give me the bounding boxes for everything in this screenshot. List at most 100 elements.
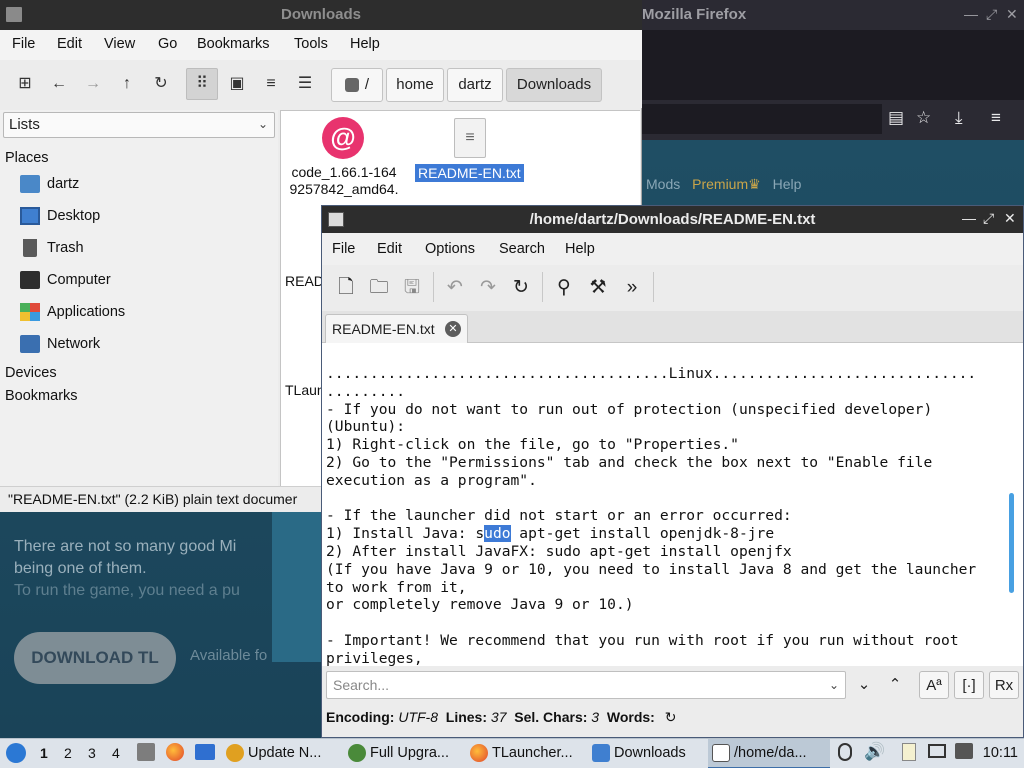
taskbar: 1 2 3 4 Update N... Full Upgra... TLaunc… xyxy=(0,738,1024,768)
open-folder-icon[interactable]: 🗀 xyxy=(367,276,391,300)
whole-word-button[interactable]: [·] xyxy=(954,671,984,699)
firefox-url-bar[interactable] xyxy=(642,104,882,134)
vertical-scrollbar[interactable] xyxy=(1009,493,1014,593)
task-text-editor[interactable]: /home/da... xyxy=(708,739,830,768)
power-icon[interactable] xyxy=(838,743,852,761)
chevron-down-icon[interactable]: ⌄ xyxy=(829,678,839,692)
clipboard-icon[interactable] xyxy=(902,743,916,761)
workspace-2[interactable]: 2 xyxy=(64,745,72,761)
nav-link-premium[interactable]: Premium xyxy=(692,176,748,192)
menu-go[interactable]: Go xyxy=(158,36,177,52)
task-downloads[interactable]: Downloads xyxy=(588,739,700,768)
menu-tools[interactable]: Tools xyxy=(294,36,328,52)
task-tlauncher[interactable]: TLauncher... xyxy=(466,739,582,768)
task-label: TLauncher... xyxy=(492,745,573,761)
reload-icon[interactable]: ↻ xyxy=(150,73,172,95)
breadcrumb-root[interactable]: / xyxy=(331,68,383,102)
chevron-down-icon: ⌄ xyxy=(257,117,268,131)
reader-view-icon[interactable]: ▤ xyxy=(888,108,904,128)
breadcrumb-dartz[interactable]: dartz xyxy=(447,68,503,102)
search-input[interactable]: Search... ⌄ xyxy=(326,671,846,699)
find-previous-icon[interactable]: ⌃ xyxy=(880,671,910,699)
menu-file[interactable]: File xyxy=(12,36,35,52)
nav-link-help[interactable]: Help xyxy=(773,176,802,192)
volume-icon[interactable]: 🔊 xyxy=(864,742,885,762)
task-label: Update N... xyxy=(248,745,322,761)
workspace-4[interactable]: 4 xyxy=(112,745,120,761)
download-tl-button[interactable]: DOWNLOAD TL xyxy=(14,632,176,684)
go-to-line-icon[interactable]: » xyxy=(620,276,644,300)
menu-file[interactable]: File xyxy=(332,241,355,257)
redo-icon[interactable]: ↷ xyxy=(476,276,500,300)
sidebar-item-dartz[interactable]: dartz xyxy=(20,175,79,199)
detailed-view-icon[interactable]: ☰ xyxy=(294,73,316,95)
workspace-1[interactable]: 1 xyxy=(40,745,48,761)
minimize-icon[interactable]: — xyxy=(964,6,978,22)
workspace-3[interactable]: 3 xyxy=(88,745,96,761)
new-tab-icon[interactable]: ⊞ xyxy=(14,73,36,95)
menu-help[interactable]: Help xyxy=(565,241,595,257)
menu-bookmarks[interactable]: Bookmarks xyxy=(197,36,270,52)
search-icon[interactable]: ⚲ xyxy=(552,276,576,300)
refresh-word-count-icon[interactable]: ↻ xyxy=(665,709,677,725)
breadcrumb-home[interactable]: home xyxy=(386,68,444,102)
task-full-upgrade[interactable]: Full Upgra... xyxy=(344,739,458,768)
start-menu-icon[interactable] xyxy=(6,743,26,763)
sidebar-item-applications[interactable]: Applications xyxy=(20,303,125,327)
replace-icon[interactable]: ⚒ xyxy=(586,276,610,300)
toolbar-separator xyxy=(542,272,543,302)
reload-icon[interactable]: ↻ xyxy=(509,276,533,300)
firefox-launcher-icon[interactable] xyxy=(166,743,184,761)
close-icon[interactable]: ✕ xyxy=(1004,210,1016,227)
network-tray-icon[interactable] xyxy=(955,743,973,759)
clock[interactable]: 10:11 xyxy=(983,745,1018,761)
sidebar-item-desktop[interactable]: Desktop xyxy=(20,207,100,231)
menu-view[interactable]: View xyxy=(104,36,135,52)
download-icon[interactable]: ⤓ xyxy=(955,108,963,128)
applications-icon xyxy=(20,303,40,321)
file-label[interactable]: TLaun xyxy=(285,382,325,399)
new-file-icon[interactable]: 🗋 xyxy=(334,276,358,300)
task-update-notifier[interactable]: Update N... xyxy=(222,739,334,768)
text-editor-titlebar: /home/dartz/Downloads/README-EN.txt — ⤢ … xyxy=(322,206,1023,233)
menu-search[interactable]: Search xyxy=(499,241,545,257)
desktop-launcher-icon[interactable] xyxy=(195,744,215,760)
breadcrumb-downloads[interactable]: Downloads xyxy=(506,68,602,102)
hamburger-menu-icon[interactable]: ≡ xyxy=(991,108,1001,128)
nav-link-mods[interactable]: Mods xyxy=(646,176,680,192)
close-tab-icon[interactable]: ✕ xyxy=(445,321,461,337)
back-icon[interactable]: ← xyxy=(48,73,70,95)
compact-view-icon[interactable]: ≡ xyxy=(260,73,282,95)
menu-options[interactable]: Options xyxy=(425,241,475,257)
up-icon[interactable]: ↑ xyxy=(116,73,138,95)
bookmark-star-icon[interactable]: ☆ xyxy=(916,108,931,128)
file-label[interactable]: READ xyxy=(285,273,324,290)
maximize-icon[interactable]: ⤢ xyxy=(986,6,997,23)
minimize-icon[interactable]: — xyxy=(962,210,976,226)
sidebar-item-network[interactable]: Network xyxy=(20,335,100,359)
bookmarks-heading[interactable]: Bookmarks xyxy=(5,388,78,404)
maximize-icon[interactable]: ⤢ xyxy=(983,210,994,227)
find-next-icon[interactable]: ⌄ xyxy=(849,671,879,699)
text-editor-content[interactable]: .......................................L… xyxy=(322,343,1023,666)
match-case-button[interactable]: Aª xyxy=(919,671,949,699)
tab-readme[interactable]: README-EN.txt ✕ xyxy=(325,314,468,343)
file-manager-launcher-icon[interactable] xyxy=(137,743,155,761)
devices-heading[interactable]: Devices xyxy=(5,365,57,381)
firefox-title: Mozilla Firefox xyxy=(642,6,747,23)
regex-button[interactable]: Rx xyxy=(989,671,1019,699)
undo-icon[interactable]: ↶ xyxy=(443,276,467,300)
close-icon[interactable]: ✕ xyxy=(1006,6,1018,23)
display-icon[interactable] xyxy=(928,744,946,758)
save-icon[interactable]: 🖫 xyxy=(400,276,424,300)
thumbnail-view-icon[interactable]: ▣ xyxy=(226,73,248,95)
sidebar-item-trash[interactable]: Trash xyxy=(20,239,84,263)
menu-help[interactable]: Help xyxy=(350,36,380,52)
forward-icon[interactable]: → xyxy=(82,73,104,95)
menu-edit[interactable]: Edit xyxy=(57,36,82,52)
text-body[interactable]: .......................................L… xyxy=(326,365,976,666)
side-pane-selector[interactable]: Lists ⌄ xyxy=(3,112,275,138)
menu-edit[interactable]: Edit xyxy=(377,241,402,257)
sidebar-item-computer[interactable]: Computer xyxy=(20,271,111,295)
text-line: ......... xyxy=(326,382,406,400)
